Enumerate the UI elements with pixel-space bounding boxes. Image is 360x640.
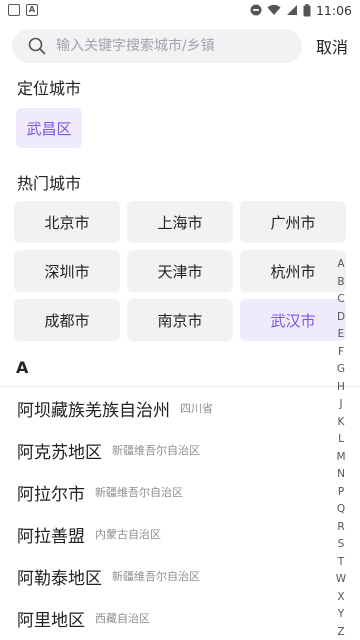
hot-city-chip[interactable]: 北京市	[14, 201, 120, 243]
city-name: 阿拉善盟	[17, 526, 85, 547]
hot-section-title: 热门城市	[17, 174, 82, 193]
city-name: 阿里地区	[17, 610, 85, 631]
city-list: 阿坝藏族羌族自治州 四川省 阿克苏地区 新疆维吾尔自治区 阿拉尔市 新疆维吾尔自…	[0, 387, 330, 639]
city-name: 阿拉尔市	[17, 484, 85, 505]
notification-square-icon	[8, 4, 20, 16]
index-letter[interactable]: A	[337, 256, 344, 274]
hot-city-chip[interactable]: 杭州市	[240, 250, 346, 292]
hot-city-chip-selected[interactable]: 武汉市	[240, 299, 346, 341]
index-letter[interactable]: Q	[337, 501, 345, 519]
index-letter[interactable]: G	[337, 361, 345, 379]
city-list-item[interactable]: 阿克苏地区 新疆维吾尔自治区	[0, 429, 330, 471]
hot-city-chip[interactable]: 天津市	[127, 250, 233, 292]
city-list-item[interactable]: 阿里地区 西藏自治区	[0, 597, 330, 639]
index-letter[interactable]: J	[339, 396, 342, 414]
city-name: 阿勒泰地区	[17, 568, 102, 589]
location-city-chip[interactable]: 武昌区	[16, 108, 82, 148]
index-letter[interactable]: D	[337, 309, 345, 327]
index-letter[interactable]: E	[338, 326, 345, 344]
index-letter[interactable]: L	[338, 431, 344, 449]
alphabet-index-bar[interactable]: A B C D E F G H J K L M N P Q R S T W X …	[334, 256, 348, 640]
city-province: 内蒙古自治区	[95, 528, 161, 541]
search-box[interactable]	[12, 29, 302, 63]
index-letter[interactable]: C	[337, 291, 344, 309]
city-list-item[interactable]: 阿勒泰地区 新疆维吾尔自治区	[0, 555, 330, 597]
index-letter[interactable]: M	[336, 449, 345, 467]
index-letter[interactable]: R	[337, 519, 344, 537]
status-bar: A 11:06	[0, 0, 360, 20]
city-list-item[interactable]: 阿拉善盟 内蒙古自治区	[0, 513, 330, 555]
city-list-item[interactable]: 阿坝藏族羌族自治州 四川省	[0, 387, 330, 429]
index-letter[interactable]: Y	[338, 606, 344, 624]
city-province: 新疆维吾尔自治区	[112, 444, 200, 457]
index-letter[interactable]: T	[338, 554, 344, 572]
index-letter[interactable]: Z	[337, 624, 344, 640]
city-province: 四川省	[180, 402, 213, 415]
dnd-icon	[250, 4, 262, 16]
index-letter[interactable]: X	[337, 589, 344, 607]
city-province: 西藏自治区	[95, 612, 150, 625]
city-name: 阿坝藏族羌族自治州	[17, 400, 170, 421]
index-letter[interactable]: N	[337, 466, 345, 484]
index-letter[interactable]: S	[338, 536, 345, 554]
index-letter[interactable]: F	[338, 344, 344, 362]
hot-city-grid: 北京市 上海市 广州市 深圳市 天津市 杭州市 成都市 南京市 武汉市	[14, 201, 346, 341]
location-section-title: 定位城市	[17, 79, 82, 98]
index-letter[interactable]: P	[338, 484, 344, 502]
signal-icon	[286, 5, 297, 15]
hot-city-chip[interactable]: 深圳市	[14, 250, 120, 292]
city-province: 新疆维吾尔自治区	[112, 570, 200, 583]
battery-icon	[303, 3, 311, 16]
a-square-icon: A	[26, 4, 38, 16]
city-province: 新疆维吾尔自治区	[95, 486, 183, 499]
index-letter[interactable]: W	[336, 571, 346, 589]
search-row: 取消	[12, 29, 352, 63]
hot-city-chip[interactable]: 成都市	[14, 299, 120, 341]
index-letter[interactable]: B	[337, 274, 344, 292]
hot-city-chip[interactable]: 广州市	[240, 201, 346, 243]
city-name: 阿克苏地区	[17, 442, 102, 463]
index-letter[interactable]: H	[337, 379, 345, 397]
hot-city-chip[interactable]: 南京市	[127, 299, 233, 341]
search-icon	[28, 37, 46, 55]
index-letter[interactable]: K	[338, 414, 345, 432]
wifi-icon	[267, 4, 281, 15]
cancel-button[interactable]: 取消	[316, 34, 348, 58]
hot-city-chip[interactable]: 上海市	[127, 201, 233, 243]
status-time: 11:06	[315, 2, 352, 18]
letter-group-header: A	[16, 358, 29, 377]
search-input[interactable]	[56, 38, 286, 54]
city-list-item[interactable]: 阿拉尔市 新疆维吾尔自治区	[0, 471, 330, 513]
